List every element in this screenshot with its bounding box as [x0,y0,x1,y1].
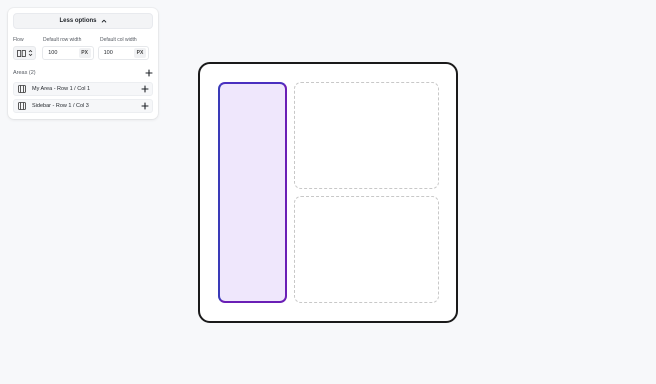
row-width-label: Default row width [43,37,82,43]
grid-area-my-area[interactable] [218,82,287,303]
row-width-input[interactable]: 100 PX [42,46,94,60]
area-label: Sidebar - Row 1 / Col 3 [32,103,89,109]
grid-layout-icon [18,85,26,93]
plus-icon[interactable] [141,102,149,110]
columns-icon [16,49,26,57]
field-row: 100 PX 100 PX [13,46,153,60]
col-width-unit[interactable]: PX [134,48,147,58]
plus-icon[interactable] [141,85,149,93]
area-list-item[interactable]: Sidebar - Row 1 / Col 3 [13,99,153,113]
add-area-plus-icon[interactable] [145,69,153,77]
grid-cell-empty[interactable] [294,82,439,189]
col-width-input[interactable]: 100 PX [97,46,150,60]
grid-layout-icon [18,102,26,110]
layout-canvas [198,62,458,323]
options-panel: Less options Flow Default row width Defa… [8,8,158,119]
row-width-unit[interactable]: PX [78,48,91,58]
areas-title: Areas (2) [13,70,36,76]
field-labels: Flow Default row width Default col width [13,37,153,43]
flow-label: Flow [13,37,24,43]
grid-cell-empty[interactable] [294,196,439,303]
flow-select[interactable] [13,46,37,60]
col-width-value: 100 [103,50,113,56]
less-options-label: Less options [59,18,97,24]
areas-header: Areas (2) [13,67,153,79]
row-width-value: 100 [48,50,58,56]
area-label: My Area - Row 1 / Col 1 [32,86,91,92]
chevron-up-icon [101,18,107,24]
up-down-chevrons-icon [28,49,33,57]
less-options-button[interactable]: Less options [13,13,153,29]
area-list-item[interactable]: My Area - Row 1 / Col 1 [13,82,153,96]
col-width-label: Default col width [100,37,137,43]
